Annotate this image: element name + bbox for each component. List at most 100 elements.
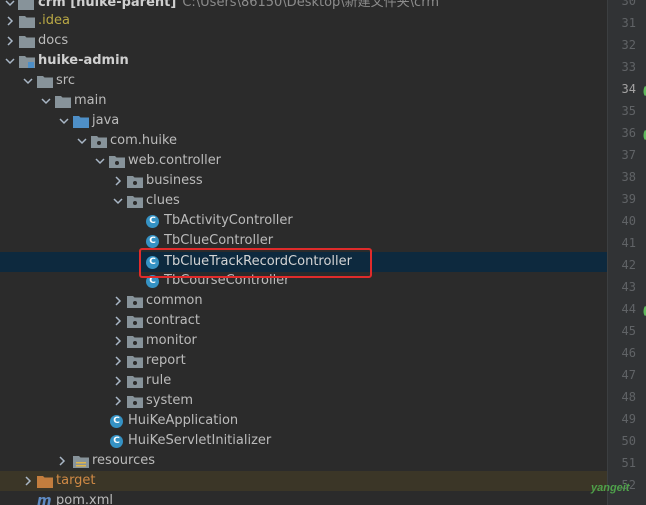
tree-label-java: java	[92, 113, 120, 128]
chevron-down-icon[interactable]	[58, 111, 70, 131]
line-number: 39	[621, 192, 636, 206]
tree-row-docs[interactable]: docs	[0, 31, 607, 51]
tree-row-huike-servlet-initializer[interactable]: C HuiKeServletInitializer	[0, 431, 607, 451]
chevron-down-icon[interactable]	[112, 191, 124, 211]
chevron-down-icon[interactable]	[22, 71, 34, 91]
bean-gutter-icon[interactable]	[641, 130, 646, 140]
tree-row-tb-clue-track-record-controller[interactable]: C TbClueTrackRecordController	[0, 252, 607, 272]
tree-label-clues: clues	[146, 193, 180, 208]
tree-row-huike-application[interactable]: C HuiKeApplication	[0, 411, 607, 431]
tree-row-common[interactable]: common	[0, 291, 607, 311]
chevron-down-icon[interactable]	[76, 131, 88, 151]
chevron-right-icon[interactable]	[4, 11, 16, 31]
chevron-right-icon[interactable]	[112, 351, 124, 371]
tree-row-idea[interactable]: .idea	[0, 11, 607, 31]
line-number: 50	[621, 434, 636, 448]
line-number: 33	[621, 60, 636, 74]
watermark: yangeit	[591, 482, 630, 494]
tree-label-pom-xml: pom.xml	[56, 493, 113, 505]
maven-icon: m	[37, 493, 52, 505]
tree-label-huike-servlet-initializer: HuiKeServletInitializer	[128, 433, 272, 448]
tree-row-com-huike[interactable]: com.huike	[0, 131, 607, 151]
tree-row-business[interactable]: business	[0, 171, 607, 191]
tree-row-tb-clue-controller[interactable]: C TbClueController	[0, 231, 607, 251]
tree-label-huike-application: HuiKeApplication	[128, 413, 239, 428]
line-number: 45	[621, 324, 636, 338]
tree-row-resources[interactable]: resources	[0, 451, 607, 471]
module-folder-icon	[18, 0, 34, 10]
tree-row-huike-admin[interactable]: huike-admin	[0, 51, 607, 71]
java-class-icon: C	[146, 215, 159, 228]
package-icon	[127, 176, 143, 188]
line-number: 42	[621, 258, 636, 272]
chevron-right-icon[interactable]	[112, 331, 124, 351]
tree-label-huike-admin: huike-admin	[38, 53, 129, 68]
line-number: 35	[621, 104, 636, 118]
package-icon	[127, 336, 143, 348]
tree-label-com-huike: com.huike	[110, 133, 178, 148]
chevron-down-icon[interactable]	[4, 51, 16, 71]
tree-row-system[interactable]: system	[0, 391, 607, 411]
tree-row-main[interactable]: main	[0, 91, 607, 111]
java-class-icon: C	[146, 235, 159, 248]
folder-icon	[37, 76, 53, 88]
line-number: 36	[621, 126, 636, 140]
tree-row-web-controller[interactable]: web.controller	[0, 151, 607, 171]
line-number: 48	[621, 390, 636, 404]
package-icon	[91, 136, 107, 148]
tree-label-main: main	[74, 93, 107, 108]
tree-row-monitor[interactable]: monitor	[0, 331, 607, 351]
tree-row-java[interactable]: java	[0, 111, 607, 131]
line-number: 46	[621, 346, 636, 360]
editor-gutter: 30 31 32 33 34 35 36 37 38 39 40 41 42 43 44 45 46 47 48 49…	[608, 0, 646, 505]
package-icon	[127, 296, 143, 308]
chevron-right-icon[interactable]	[112, 311, 124, 331]
project-path: C:\Users\86150\Desktop\新建文件夹\crm	[182, 0, 439, 10]
tree-row-clues[interactable]: clues	[0, 191, 607, 211]
tree-label-monitor: monitor	[146, 333, 197, 348]
line-number: 30	[621, 0, 636, 8]
tree-row-target[interactable]: target	[0, 471, 607, 491]
chevron-right-icon[interactable]	[56, 451, 68, 471]
tree-label-docs: docs	[38, 33, 69, 48]
tree-label-rule: rule	[146, 373, 172, 388]
chevron-down-icon[interactable]	[94, 151, 106, 171]
tree-label-tb-clue-controller: TbClueController	[164, 233, 274, 248]
line-number: 37	[621, 148, 636, 162]
tree-row-pom-xml[interactable]: m pom.xml	[0, 491, 607, 505]
line-number: 41	[621, 236, 636, 250]
project-name: crm [huike-parent]	[38, 0, 177, 10]
chevron-right-icon[interactable]	[112, 291, 124, 311]
tree-row-tb-activity-controller[interactable]: C TbActivityController	[0, 211, 607, 231]
line-number: 40	[621, 214, 636, 228]
source-folder-icon	[73, 116, 89, 128]
java-class-icon: C	[146, 275, 159, 288]
chevron-right-icon[interactable]	[112, 371, 124, 391]
line-number: 32	[621, 38, 636, 52]
package-icon	[127, 356, 143, 368]
folder-icon	[55, 96, 71, 108]
tree-row-tb-course-controller[interactable]: C TbCourseController	[0, 271, 607, 291]
package-icon	[127, 396, 143, 408]
tree-label-src: src	[56, 73, 75, 88]
chevron-right-icon[interactable]	[4, 31, 16, 51]
tree-label-common: common	[146, 293, 203, 308]
line-number: 49	[621, 412, 636, 426]
tree-row-contract[interactable]: contract	[0, 311, 607, 331]
folder-icon	[19, 16, 35, 28]
chevron-right-icon[interactable]	[112, 171, 124, 191]
tree-label-system: system	[146, 393, 193, 408]
bean-gutter-icon[interactable]	[641, 86, 646, 96]
chevron-right-icon[interactable]	[112, 391, 124, 411]
tree-row-report[interactable]: report	[0, 351, 607, 371]
tree-label-report: report	[146, 353, 186, 368]
chevron-right-icon[interactable]	[22, 471, 34, 491]
chevron-down-icon[interactable]	[40, 91, 52, 111]
bean-gutter-icon[interactable]	[641, 306, 646, 316]
folder-icon	[19, 36, 35, 48]
line-number: 43	[621, 280, 636, 294]
line-number: 31	[621, 16, 636, 30]
resources-folder-icon	[73, 456, 89, 468]
tree-row-src[interactable]: src	[0, 71, 607, 91]
tree-row-rule[interactable]: rule	[0, 371, 607, 391]
